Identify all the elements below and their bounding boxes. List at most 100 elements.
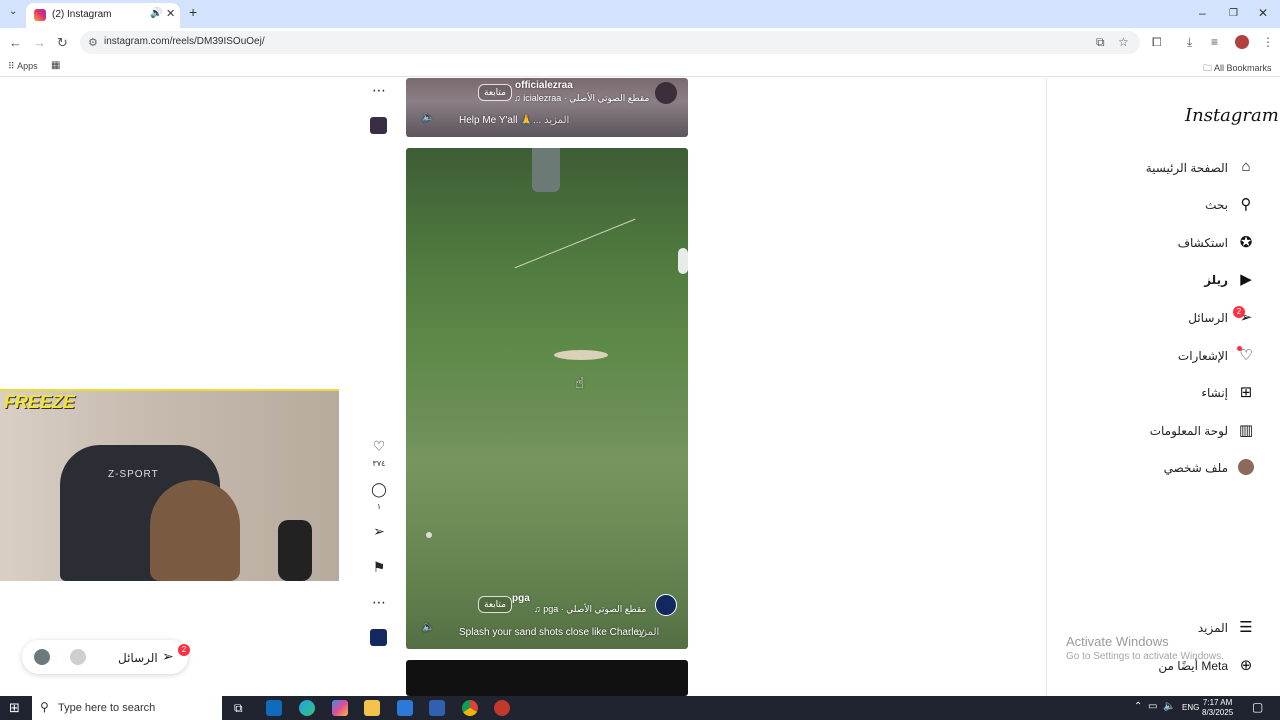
restore-icon[interactable]: ❐ xyxy=(1229,8,1238,19)
taskbar-search[interactable]: ⚲ Type here to search xyxy=(32,696,222,720)
apps-label: Apps xyxy=(17,61,38,71)
bookmarks-bar: ⠿ Apps ▦ 🗀 All Bookmarks xyxy=(0,57,1280,77)
instagram-logo[interactable]: Instagram xyxy=(1185,105,1279,126)
home-icon[interactable]: ⌂ xyxy=(1237,158,1255,175)
language-indicator[interactable]: ENG xyxy=(1182,703,1199,712)
tab-groups-icon[interactable]: ▦ xyxy=(51,60,60,71)
volume-icon[interactable]: 🔈 xyxy=(422,622,434,633)
follow-button[interactable]: متابعة xyxy=(478,596,512,613)
network-icon[interactable]: ▭ xyxy=(1148,701,1157,712)
reload-icon[interactable]: ↻ xyxy=(57,35,68,51)
follow-button[interactable]: متابعة xyxy=(478,84,512,101)
reel-video[interactable] xyxy=(406,660,688,696)
more-options-icon[interactable]: ⋯ xyxy=(370,82,388,99)
omnibox[interactable]: ⚙ instagram.com/reels/DM39ISOuOej/ xyxy=(80,31,1140,54)
minimize-icon[interactable]: – xyxy=(1199,6,1206,20)
audio-thumbnail[interactable] xyxy=(370,117,387,134)
url-text[interactable]: instagram.com/reels/DM39ISOuOej/ xyxy=(104,36,265,47)
nav-dashboard[interactable]: لوحة المعلومات xyxy=(1150,424,1228,438)
file-explorer-icon[interactable] xyxy=(364,700,380,716)
more-link[interactable]: ... المزيد xyxy=(623,627,659,638)
menu-icon[interactable]: ☰ xyxy=(1237,618,1255,636)
notifications-icon[interactable]: ▢ xyxy=(1252,700,1263,714)
new-tab-icon[interactable]: + xyxy=(189,4,197,20)
tab-close-icon[interactable]: ✕ xyxy=(166,7,175,20)
comment-icon[interactable]: ◯ xyxy=(370,481,388,498)
dashboard-icon[interactable]: ▥ xyxy=(1237,421,1255,439)
like-heart-icon[interactable]: ♡ xyxy=(370,438,388,455)
messages-pill-label: الرسائل xyxy=(118,651,158,665)
nav-search[interactable]: بحث xyxy=(1205,198,1228,212)
chrome-menu-icon[interactable]: ⋮ xyxy=(1262,35,1274,49)
clock-date: 8/3/2025 xyxy=(1202,708,1234,717)
plus-icon[interactable]: ⊞ xyxy=(1237,383,1255,401)
edge-icon[interactable] xyxy=(299,700,315,716)
messages-pill-badge: 2 xyxy=(178,644,190,656)
reel-author-avatar[interactable] xyxy=(655,82,677,104)
outlook-icon[interactable] xyxy=(266,700,282,716)
like-count: ٣٧٤ xyxy=(372,459,386,468)
reel-video[interactable]: ☝ pga متابعة ♫ pga · مقطع الصوتي الأصلي … xyxy=(406,148,688,649)
volume-icon[interactable]: 🔈 xyxy=(1163,701,1175,712)
nav-create[interactable]: إنشاء xyxy=(1201,386,1228,400)
back-icon[interactable]: ← xyxy=(9,35,22,50)
nav-messages[interactable]: الرسائل xyxy=(1188,311,1228,325)
tray-chevron-icon[interactable]: ⌃ xyxy=(1134,701,1142,712)
browser-tab-bar: ⌄ (2) Instagram 🔊 ✕ + – ❐ ✕ xyxy=(0,0,1280,28)
share-send-icon[interactable]: ➢ xyxy=(370,523,388,540)
reel-video[interactable]: officialezraa متابعة ♫ icialezraa · مقطع… xyxy=(406,78,688,137)
instagram-page: officialezraa متابعة ♫ icialezraa · مقطع… xyxy=(0,78,1280,696)
copilot-icon[interactable] xyxy=(332,700,348,716)
avatar xyxy=(70,649,86,665)
more-options-icon[interactable]: ⋯ xyxy=(370,594,388,611)
task-view-icon[interactable]: ⧉ xyxy=(234,701,243,716)
reel-username[interactable]: pga xyxy=(512,593,530,604)
nav-home[interactable]: الصفحة الرئيسية xyxy=(1146,161,1228,175)
apps-bookmark[interactable]: ⠿ Apps xyxy=(8,61,38,72)
nav-notifications[interactable]: الإشعارات xyxy=(1178,349,1228,363)
apps-grid-icon[interactable]: ⊕ xyxy=(1237,656,1255,674)
all-bookmarks[interactable]: 🗀 All Bookmarks xyxy=(1203,61,1272,77)
obs-icon[interactable] xyxy=(494,700,510,716)
messages-pill[interactable]: الرسائل ➢ 2 xyxy=(22,640,190,674)
pga-avatar[interactable] xyxy=(655,594,677,616)
chrome-icon[interactable] xyxy=(462,700,478,716)
reel-audio[interactable]: ♫ pga · مقطع الصوتي الأصلي xyxy=(534,604,646,615)
reels-icon[interactable]: ▶ xyxy=(1237,270,1255,288)
media-control-icon[interactable]: ≡ xyxy=(1211,35,1218,49)
nav-more[interactable]: المزيد xyxy=(1198,621,1228,635)
download-icon[interactable]: ⤓ xyxy=(1187,35,1192,50)
window-close-icon[interactable]: ✕ xyxy=(1258,6,1268,20)
avatar xyxy=(34,649,50,665)
store-icon[interactable] xyxy=(397,700,413,716)
nav-explore[interactable]: استكشاف xyxy=(1178,236,1228,250)
site-info-icon[interactable]: ⚙ xyxy=(88,36,98,49)
save-bookmark-icon[interactable]: ⚑ xyxy=(370,559,388,576)
taskbar-clock[interactable]: 7:17 AM 8/3/2025 xyxy=(1202,698,1233,718)
forward-icon[interactable]: → xyxy=(33,35,46,50)
mouse-cursor-icon: ☝ xyxy=(575,375,585,392)
search-icon[interactable]: ⚲ xyxy=(1237,195,1255,213)
golfer-legs xyxy=(532,148,560,192)
clock-time: 7:17 AM xyxy=(1202,698,1233,707)
microphone xyxy=(278,520,312,581)
compass-icon[interactable]: ✪ xyxy=(1237,233,1255,251)
reel-audio-text: icialezraa · مقطع الصوتي الأصلي xyxy=(523,93,650,103)
avatar-icon[interactable] xyxy=(1238,459,1254,475)
bookmark-star-icon[interactable]: ☆ xyxy=(1118,35,1129,49)
nav-profile[interactable]: ملف شخصي xyxy=(1164,461,1228,475)
profile-avatar[interactable] xyxy=(1235,35,1249,49)
reel-audio[interactable]: ♫ icialezraa · مقطع الصوتي الأصلي xyxy=(514,93,649,104)
audio-thumbnail[interactable] xyxy=(370,629,387,646)
tab-audio-icon[interactable]: 🔊 xyxy=(150,8,162,19)
install-app-icon[interactable]: ⧉ xyxy=(1096,35,1105,50)
tab-search-icon[interactable]: ⌄ xyxy=(9,6,17,17)
more-link[interactable]: ... المزيد xyxy=(533,115,569,126)
defender-icon[interactable] xyxy=(429,700,445,716)
volume-icon[interactable]: 🔈 xyxy=(422,112,434,123)
extensions-icon[interactable]: ⧠ xyxy=(1152,35,1162,50)
browser-tab[interactable]: (2) Instagram 🔊 ✕ xyxy=(26,3,180,28)
nav-reels[interactable]: ريلز xyxy=(1204,273,1228,287)
windows-start-icon[interactable]: ⊞ xyxy=(9,700,20,716)
reel-username[interactable]: officialezraa xyxy=(515,80,573,91)
